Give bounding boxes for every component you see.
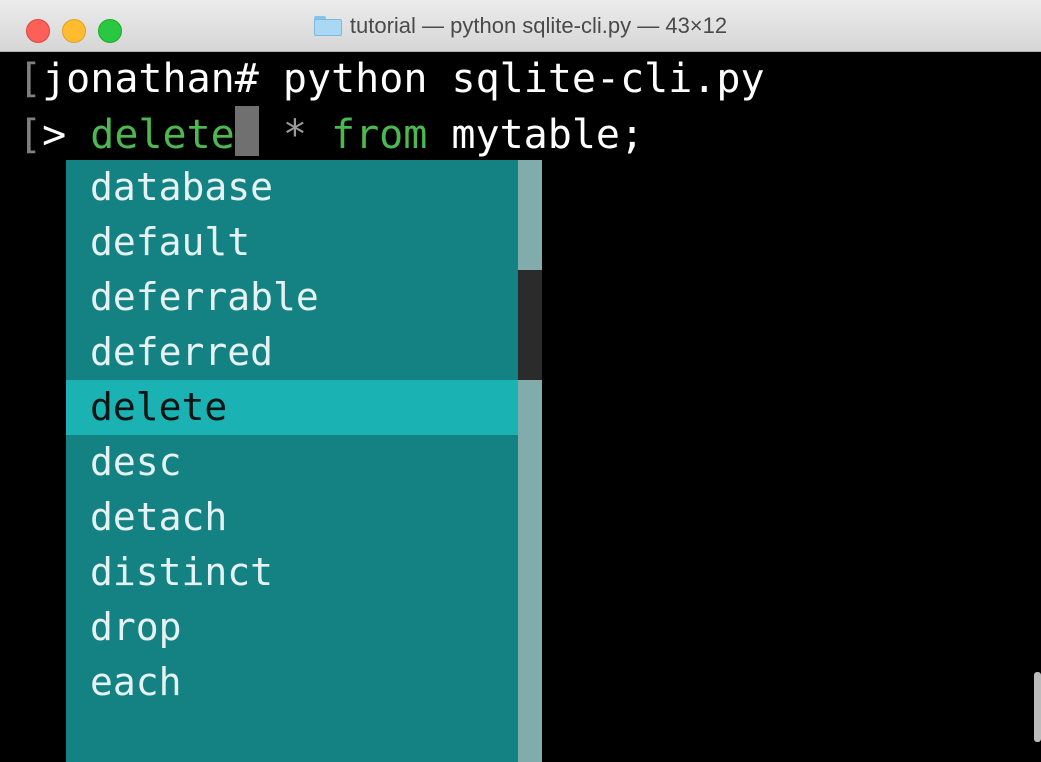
completion-item[interactable]: each: [66, 655, 518, 710]
folder-icon: [313, 16, 342, 36]
completion-menu[interactable]: database default deferrable deferred del…: [66, 160, 542, 762]
command-text: jonathan# python sqlite-cli.py: [42, 56, 765, 102]
completion-item[interactable]: desc: [66, 435, 518, 490]
completion-item[interactable]: drop: [66, 600, 518, 655]
terminal-line-command: [jonathan# python sqlite-cli.py: [18, 52, 765, 106]
completion-item[interactable]: database: [66, 160, 518, 215]
table-name: mytable;: [427, 112, 645, 158]
completion-item[interactable]: distinct: [66, 545, 518, 600]
keyword-from: from: [331, 112, 428, 158]
window-title-group: tutorial — python sqlite-cli.py — 43×12: [0, 0, 1041, 52]
prompt-symbol: >: [42, 112, 91, 158]
completion-item[interactable]: default: [66, 215, 518, 270]
completion-item-selected[interactable]: delete: [66, 380, 518, 435]
window-title: tutorial — python sqlite-cli.py — 43×12: [349, 13, 728, 38]
text-cursor: [234, 106, 259, 156]
title-bar: tutorial — python sqlite-cli.py — 43×12: [0, 0, 1041, 52]
completion-scrollbar-thumb[interactable]: [518, 270, 542, 380]
line-bracket: [: [18, 56, 43, 102]
terminal-scrollbar[interactable]: [1034, 672, 1041, 742]
line-bracket: [: [18, 112, 43, 158]
terminal-area[interactable]: [jonathan# python sqlite-cli.py [> delet…: [0, 52, 1041, 762]
completion-item[interactable]: detach: [66, 490, 518, 545]
completion-item[interactable]: deferrable: [66, 270, 518, 325]
folder-icon-body: [313, 19, 342, 36]
completion-item[interactable]: deferred: [66, 325, 518, 380]
star-token: *: [258, 112, 332, 158]
keyword-delete: delete: [90, 112, 235, 158]
terminal-line-input[interactable]: [> delete * from mytable;: [18, 106, 644, 160]
completion-scrollbar-track[interactable]: [518, 160, 542, 762]
